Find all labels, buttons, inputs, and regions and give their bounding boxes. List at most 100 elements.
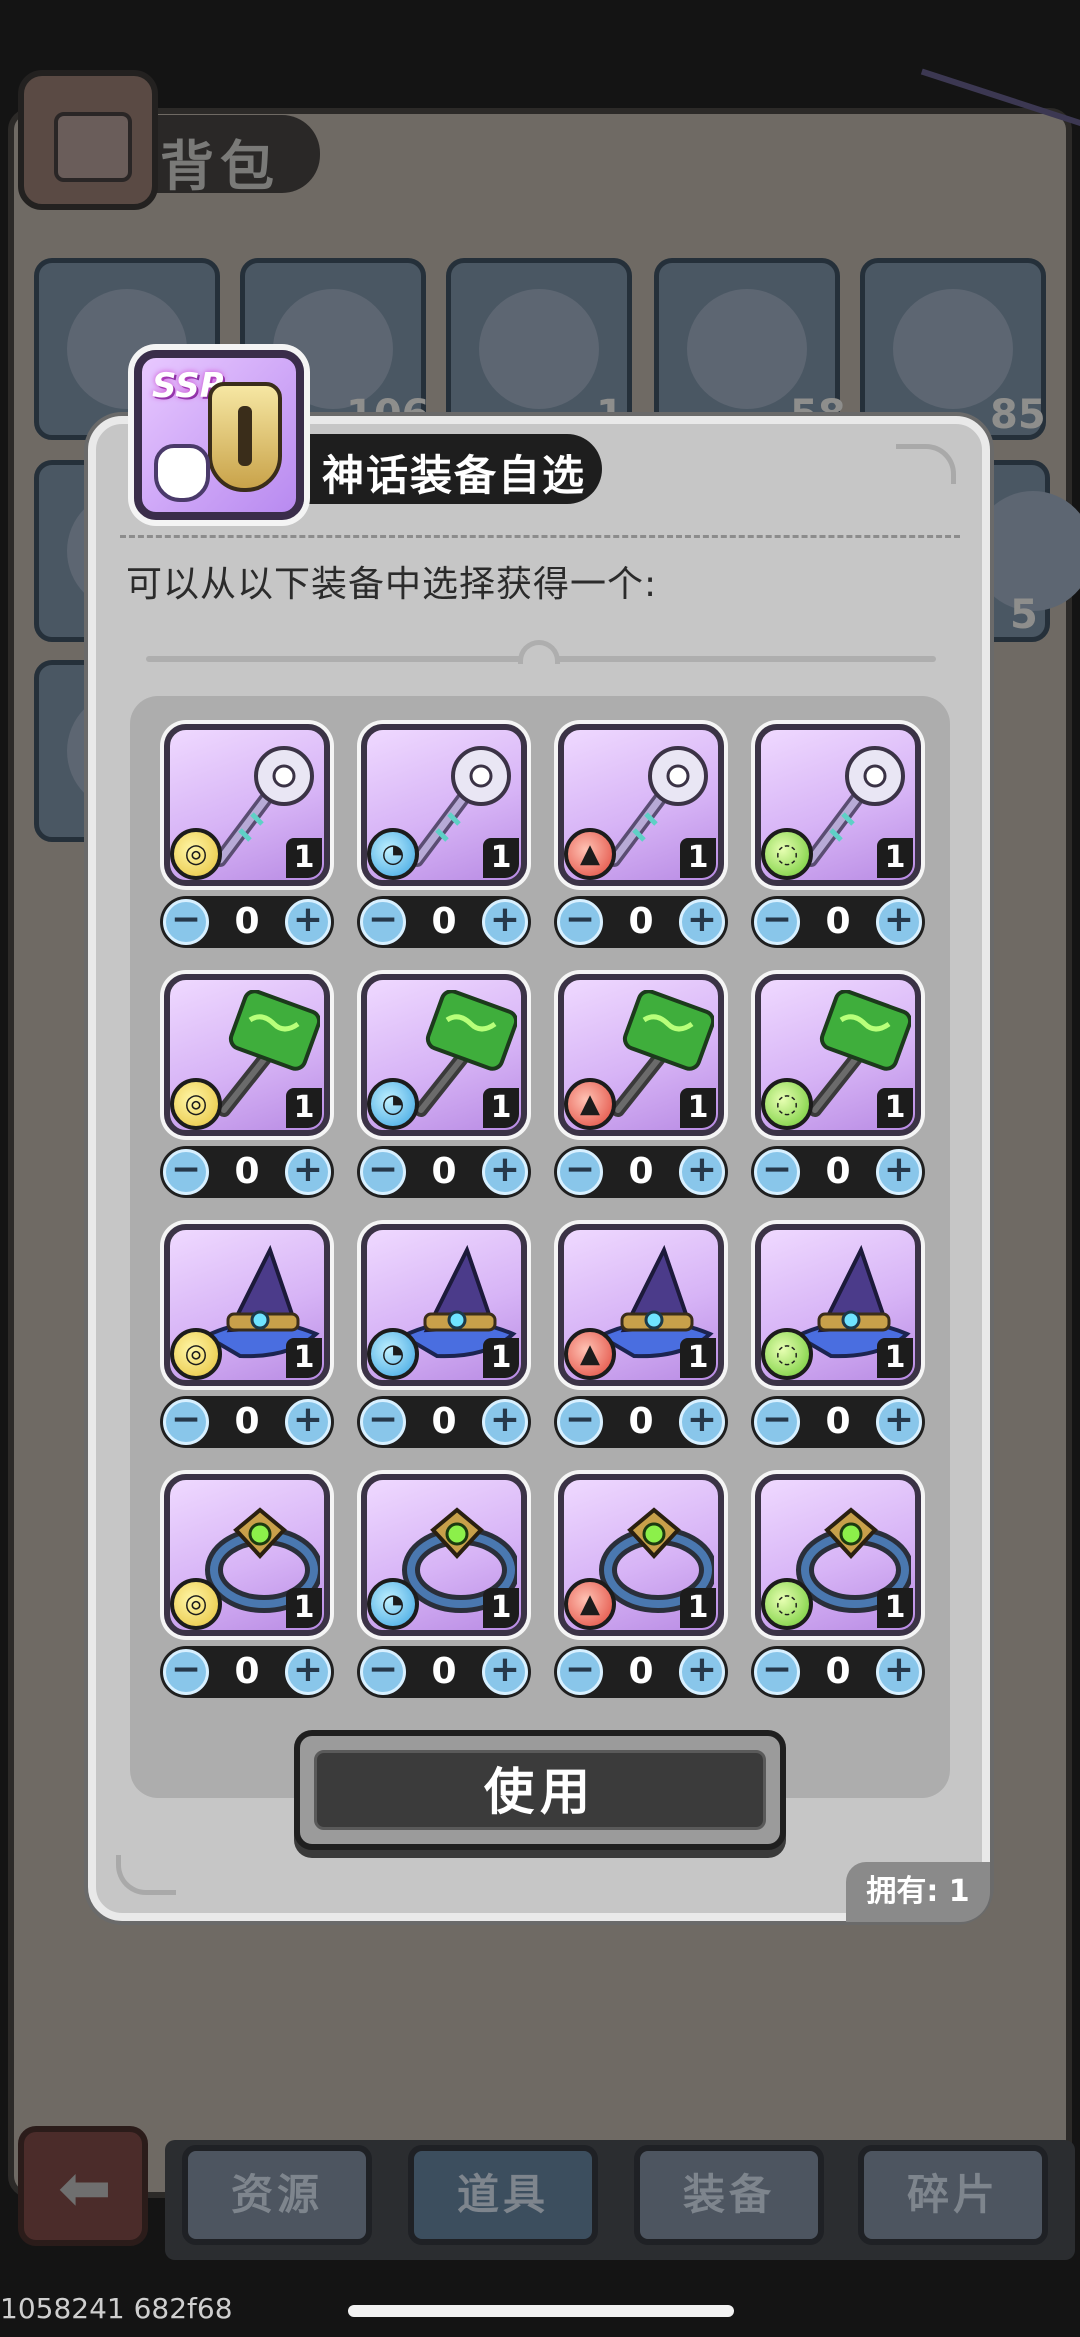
quantity-value: 0 <box>234 1651 260 1692</box>
plus-button[interactable]: + <box>285 899 331 945</box>
minus-button[interactable]: − <box>163 1399 209 1445</box>
water-glyph: ◔ <box>381 839 405 869</box>
wind-glyph: ◌ <box>775 1089 799 1119</box>
plus-button[interactable]: + <box>482 1149 528 1195</box>
tile-count: 1 <box>483 838 519 878</box>
minus-button[interactable]: − <box>163 899 209 945</box>
plus-button[interactable]: + <box>876 1149 922 1195</box>
equipment-tile[interactable]: ◔ 1 <box>361 724 527 886</box>
equipment-tile[interactable]: ▲ 1 <box>558 724 724 886</box>
minus-button[interactable]: − <box>557 1399 603 1445</box>
wind-element-icon: ◌ <box>761 1328 813 1380</box>
tab-resources[interactable]: 资源 <box>182 2145 372 2245</box>
equipment-tile[interactable]: ◌ 1 <box>755 1474 921 1636</box>
tab-items[interactable]: 道具 <box>408 2145 598 2245</box>
fire-element-icon: ▲ <box>564 1578 616 1630</box>
tile-count: 1 <box>286 1588 322 1628</box>
minus-button[interactable]: − <box>163 1649 209 1695</box>
earth-glyph: ◎ <box>184 839 208 869</box>
slot-count: 5 <box>1010 592 1038 638</box>
plus-button[interactable]: + <box>482 899 528 945</box>
owned-count-label: 拥有: 1 <box>866 1874 970 1909</box>
minus-button[interactable]: − <box>754 1149 800 1195</box>
quantity-stepper: −0 + <box>357 1396 531 1448</box>
minus-button[interactable]: − <box>557 1649 603 1695</box>
equipment-tile[interactable]: ◔ 1 <box>361 1474 527 1636</box>
plus-button[interactable]: + <box>679 1649 725 1695</box>
corner-decoration <box>116 1855 176 1895</box>
equipment-tile[interactable]: ◔ 1 <box>361 1224 527 1386</box>
tile-count: 1 <box>877 1088 913 1128</box>
quantity-stepper: −0 + <box>160 1396 334 1448</box>
quantity-value: 0 <box>628 1401 654 1442</box>
equipment-tile[interactable]: ▲ 1 <box>558 974 724 1136</box>
equipment-tile[interactable]: ◎ 1 <box>164 1224 330 1386</box>
dialog-description: 可以从以下装备中选择获得一个: <box>126 564 658 605</box>
minus-button[interactable]: − <box>557 899 603 945</box>
plus-button[interactable]: + <box>285 1149 331 1195</box>
earth-element-icon: ◎ <box>170 1328 222 1380</box>
tile-count: 1 <box>877 1588 913 1628</box>
quantity-stepper: −0 + <box>357 1646 531 1698</box>
quantity-value: 0 <box>431 1151 457 1192</box>
plus-button[interactable]: + <box>876 899 922 945</box>
tab-fragments[interactable]: 碎片 <box>858 2145 1048 2245</box>
tile-count: 1 <box>680 1338 716 1378</box>
debug-text: 1058241 682f68 <box>0 2292 233 2325</box>
minus-button[interactable]: − <box>360 1649 406 1695</box>
minus-button[interactable]: − <box>360 899 406 945</box>
plus-button[interactable]: + <box>679 1149 725 1195</box>
plus-button[interactable]: + <box>876 1399 922 1445</box>
plus-button[interactable]: + <box>876 1649 922 1695</box>
fire-element-icon: ▲ <box>564 828 616 880</box>
minus-button[interactable]: − <box>754 1399 800 1445</box>
equipment-tile[interactable]: ▲ 1 <box>558 1224 724 1386</box>
back-button[interactable]: ⬅ <box>18 2126 148 2246</box>
tile-count: 1 <box>680 1088 716 1128</box>
back-arrow-icon: ⬅ <box>58 2152 112 2226</box>
plus-button[interactable]: + <box>679 899 725 945</box>
minus-button[interactable]: − <box>754 899 800 945</box>
tab-label: 资源 <box>230 2170 323 2219</box>
wind-element-icon: ◌ <box>761 1578 813 1630</box>
tab-equipment[interactable]: 装备 <box>634 2145 824 2245</box>
equipment-tile[interactable]: ▲ 1 <box>558 1474 724 1636</box>
tile-count: 1 <box>680 838 716 878</box>
minus-button[interactable]: − <box>360 1399 406 1445</box>
quantity-stepper: −0 + <box>554 1146 728 1198</box>
wind-element-icon: ◌ <box>761 1078 813 1130</box>
inventory-title: 背包 <box>160 135 280 198</box>
minus-button[interactable]: − <box>557 1149 603 1195</box>
minus-button[interactable]: − <box>360 1149 406 1195</box>
plus-button[interactable]: + <box>482 1399 528 1445</box>
tab-label: 装备 <box>682 2170 775 2219</box>
equipment-tile[interactable]: ◌ 1 <box>755 974 921 1136</box>
quantity-stepper: −0 + <box>357 896 531 948</box>
home-indicator[interactable] <box>348 2305 734 2317</box>
use-button-label: 使用 <box>484 1763 596 1821</box>
equipment-tile[interactable]: ◎ 1 <box>164 724 330 886</box>
plus-button[interactable]: + <box>679 1399 725 1445</box>
plus-button[interactable]: + <box>482 1649 528 1695</box>
quantity-value: 0 <box>234 1151 260 1192</box>
equipment-tile[interactable]: ◎ 1 <box>164 1474 330 1636</box>
water-element-icon: ◔ <box>367 1328 419 1380</box>
fire-glyph: ▲ <box>580 1339 600 1369</box>
equipment-tile[interactable]: ◎ 1 <box>164 974 330 1136</box>
ssr-armor-chest-icon: SSR <box>134 350 304 520</box>
use-button[interactable]: 使用 <box>294 1730 786 1850</box>
tile-count: 1 <box>286 1338 322 1378</box>
equipment-tile[interactable]: ◔ 1 <box>361 974 527 1136</box>
equipment-tile[interactable]: ◌ 1 <box>755 1224 921 1386</box>
minus-button[interactable]: − <box>754 1649 800 1695</box>
wind-glyph: ◌ <box>775 1589 799 1619</box>
quantity-stepper: −0 + <box>160 1146 334 1198</box>
quantity-value: 0 <box>825 901 851 942</box>
minus-button[interactable]: − <box>163 1149 209 1195</box>
slot-count: 85 <box>990 392 1046 438</box>
plus-button[interactable]: + <box>285 1649 331 1695</box>
plus-button[interactable]: + <box>285 1399 331 1445</box>
equipment-tile[interactable]: ◌ 1 <box>755 724 921 886</box>
corner-decoration <box>896 444 956 484</box>
wind-element-icon: ◌ <box>761 828 813 880</box>
